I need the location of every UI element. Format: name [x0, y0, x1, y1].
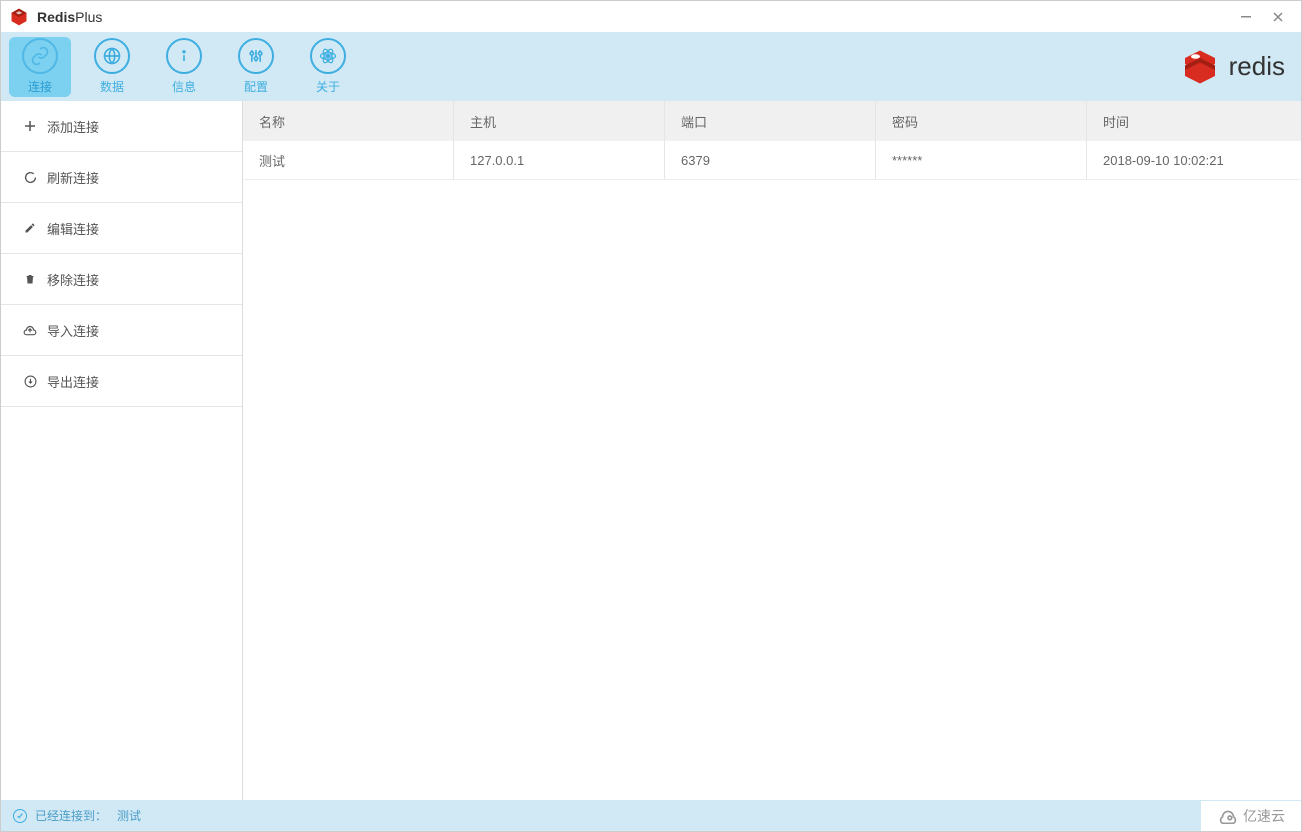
sliders-icon	[238, 38, 274, 74]
sidebar: 添加连接 刷新连接 编辑连接 移除连接 导入连接	[1, 101, 243, 800]
th-name[interactable]: 名称	[243, 101, 454, 141]
plus-icon	[23, 119, 37, 133]
watermark: 亿速云	[1201, 801, 1301, 831]
th-time[interactable]: 时间	[1087, 101, 1301, 141]
sidebar-item-label: 导入连接	[47, 321, 99, 340]
sidebar-item-export[interactable]: 导出连接	[1, 356, 242, 407]
app-logo-icon	[9, 7, 29, 27]
link-icon	[22, 38, 58, 74]
globe-icon	[94, 38, 130, 74]
sidebar-item-label: 导出连接	[47, 372, 99, 391]
status-text: 已经连接到：	[35, 807, 107, 824]
toolbar-item-config[interactable]: 配置	[225, 37, 287, 97]
statusbar: 已经连接到： 测试 亿速云	[1, 800, 1301, 831]
brand-logo: redis	[1179, 49, 1285, 85]
toolbar-label: 连接	[28, 78, 52, 95]
toolbar-label: 数据	[100, 78, 124, 95]
sidebar-item-remove[interactable]: 移除连接	[1, 254, 242, 305]
toolbar-label: 关于	[316, 78, 340, 95]
sidebar-item-label: 添加连接	[47, 117, 99, 136]
td-port: 6379	[665, 141, 876, 179]
table-row[interactable]: 测试 127.0.0.1 6379 ****** 2018-09-10 10:0…	[243, 141, 1301, 180]
main: 添加连接 刷新连接 编辑连接 移除连接 导入连接	[1, 101, 1301, 800]
window-controls	[1237, 8, 1293, 26]
status-connection: 测试	[117, 807, 141, 824]
th-password[interactable]: 密码	[876, 101, 1087, 141]
sidebar-item-label: 移除连接	[47, 270, 99, 289]
toolbar: 连接 数据 信息 配置	[1, 32, 1301, 101]
sidebar-item-edit[interactable]: 编辑连接	[1, 203, 242, 254]
toolbar-item-connect[interactable]: 连接	[9, 37, 71, 97]
td-host: 127.0.0.1	[454, 141, 665, 179]
app-title: RedisPlus	[37, 9, 102, 25]
download-icon	[23, 374, 37, 388]
info-icon	[166, 38, 202, 74]
check-icon	[13, 809, 27, 823]
sidebar-item-label: 编辑连接	[47, 219, 99, 238]
titlebar: RedisPlus	[1, 1, 1301, 32]
brand-text: redis	[1229, 51, 1285, 82]
toolbar-item-data[interactable]: 数据	[81, 37, 143, 97]
atom-icon	[310, 38, 346, 74]
minimize-button[interactable]	[1237, 8, 1255, 26]
toolbar-label: 信息	[172, 78, 196, 95]
td-name: 测试	[243, 141, 454, 179]
table-header: 名称 主机 端口 密码 时间	[243, 101, 1301, 141]
content: 名称 主机 端口 密码 时间 测试 127.0.0.1 6379 ****** …	[243, 101, 1301, 800]
trash-icon	[23, 272, 37, 286]
td-time: 2018-09-10 10:02:21	[1087, 141, 1301, 179]
toolbar-item-about[interactable]: 关于	[297, 37, 359, 97]
toolbar-item-info[interactable]: 信息	[153, 37, 215, 97]
toolbar-label: 配置	[244, 78, 268, 95]
close-button[interactable]	[1269, 8, 1287, 26]
sidebar-item-import[interactable]: 导入连接	[1, 305, 242, 356]
th-host[interactable]: 主机	[454, 101, 665, 141]
watermark-text: 亿速云	[1243, 806, 1285, 826]
cloud-up-icon	[23, 323, 37, 337]
refresh-icon	[23, 170, 37, 184]
sidebar-item-add[interactable]: 添加连接	[1, 101, 242, 152]
pencil-icon	[23, 221, 37, 235]
th-port[interactable]: 端口	[665, 101, 876, 141]
td-password: ******	[876, 141, 1087, 179]
sidebar-item-refresh[interactable]: 刷新连接	[1, 152, 242, 203]
sidebar-item-label: 刷新连接	[47, 168, 99, 187]
